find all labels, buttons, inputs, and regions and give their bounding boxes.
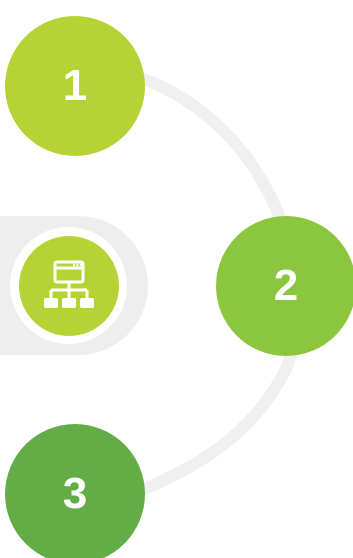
icon-disc xyxy=(19,236,119,336)
network-hierarchy-icon xyxy=(44,260,94,308)
step-3-circle: 3 xyxy=(5,424,145,558)
step-1-number: 1 xyxy=(62,61,88,110)
process-diagram: 1 2 3 xyxy=(0,0,353,558)
step-2-number: 2 xyxy=(273,261,299,310)
step-3-number: 3 xyxy=(62,469,88,518)
step-2-circle: 2 xyxy=(216,216,353,356)
step-1-circle: 1 xyxy=(5,16,145,156)
